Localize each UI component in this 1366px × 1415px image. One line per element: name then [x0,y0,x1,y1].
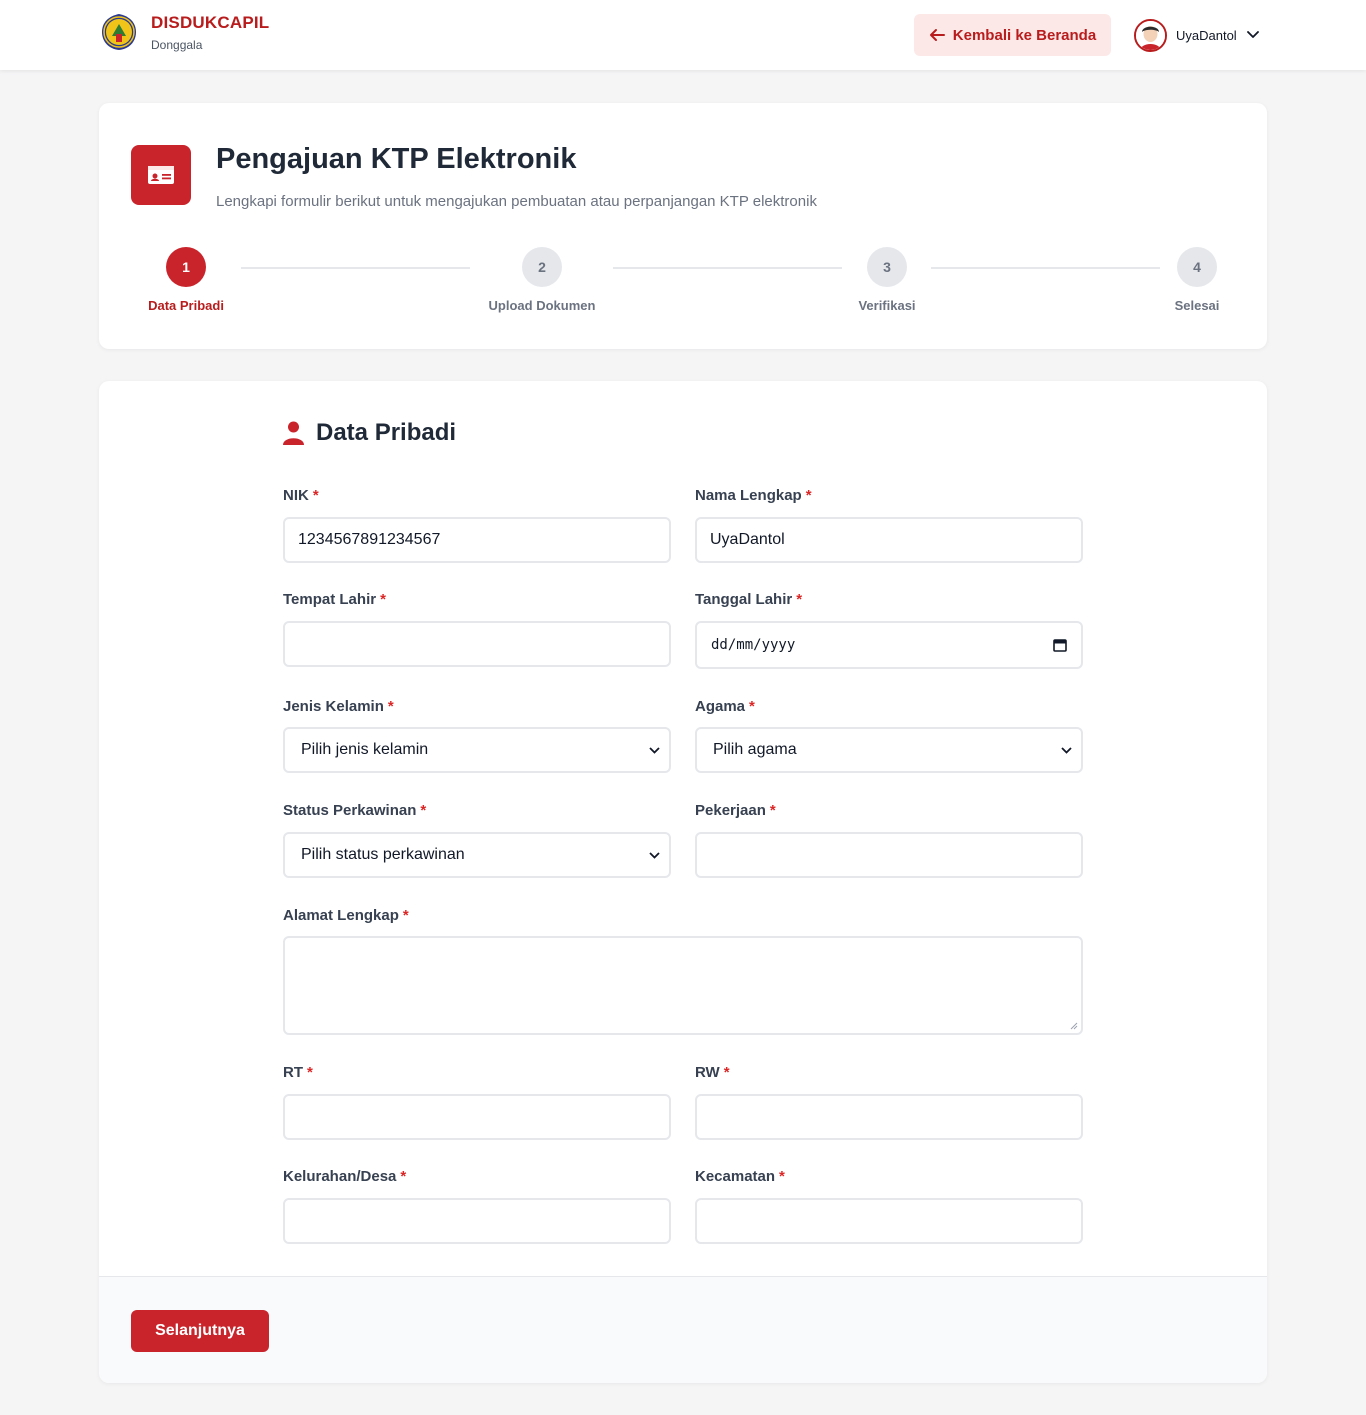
chevron-down-icon [1246,31,1259,38]
step-3-label: Verifikasi [858,298,916,313]
date-placeholder: dd/mm/yyyy [711,637,796,653]
gender-selected: Pilih jenis kelamin [301,741,429,758]
page-header-card: Pengajuan KTP Elektronik Lengkapi formul… [99,103,1267,349]
page-title: Pengajuan KTP Elektronik [216,143,577,175]
district-input[interactable] [695,1198,1083,1244]
back-button-label: Kembali ke Beranda [952,26,1097,44]
gender-select[interactable]: Pilih jenis kelamin [283,727,671,773]
marital-status-label: Status Perkawinan * [283,802,427,819]
address-textarea[interactable] [283,936,1083,1035]
user-icon [283,421,304,445]
address-label: Alamat Lengkap * [283,907,409,924]
avatar [1134,18,1167,52]
top-navbar: DISDUKCAPIL Donggala Kembali ke Beranda … [0,0,1366,70]
occupation-input[interactable] [695,832,1083,878]
step-1-circle: 1 [166,247,206,287]
resize-handle-icon[interactable] [1070,1022,1078,1030]
religion-select[interactable]: Pilih agama [695,727,1083,773]
village-input[interactable] [283,1198,671,1244]
marital-status-select[interactable]: Pilih status perkawinan [283,832,671,878]
step-connector [241,267,470,269]
section-title: Data Pribadi [283,419,456,447]
religion-selected: Pilih agama [713,741,797,758]
page-description: Lengkapi formulir berikut untuk mengajuk… [216,193,817,210]
brand-subtitle: Donggala [151,38,203,52]
disdukcapil-logo[interactable] [99,12,139,52]
full-name-input[interactable]: UyaDantol [695,517,1083,563]
birthplace-input[interactable] [283,621,671,667]
rw-label: RW * [695,1064,730,1081]
step-3-circle: 3 [867,247,907,287]
rt-input[interactable] [283,1094,671,1140]
user-name: UyaDantol [1176,27,1237,43]
birthdate-label: Tanggal Lahir * [695,591,803,608]
religion-label: Agama * [695,698,755,715]
step-2-circle: 2 [522,247,562,287]
step-connector [613,267,842,269]
chevron-down-icon [649,746,660,754]
chevron-down-icon [649,851,660,859]
step-2-label: Upload Dokumen [488,298,596,313]
brand-title: DISDUKCAPIL [151,13,270,32]
calendar-icon[interactable] [1053,638,1067,652]
section-title-text: Data Pribadi [316,419,457,446]
user-menu[interactable]: UyaDantol [1134,18,1259,52]
rw-input[interactable] [695,1094,1083,1140]
step-1-label: Data Pribadi [148,298,224,313]
chevron-down-icon [1061,746,1072,754]
id-card-icon [131,145,191,205]
nik-input[interactable]: 1234567891234567 [283,517,671,563]
occupation-label: Pekerjaan * [695,802,776,819]
birthplace-label: Tempat Lahir * [283,591,386,608]
step-connector [931,267,1160,269]
next-button[interactable]: Selanjutnya [131,1310,269,1352]
district-label: Kecamatan * [695,1168,785,1185]
rt-label: RT * [283,1064,313,1081]
marital-status-selected: Pilih status perkawinan [301,846,465,863]
step-4-circle: 4 [1177,247,1217,287]
village-label: Kelurahan/Desa * [283,1168,407,1185]
personal-data-form: Data Pribadi NIK * 1234567891234567 Nama … [99,381,1267,1383]
arrow-left-icon [929,29,945,41]
nik-label: NIK * [283,487,319,504]
form-footer: Selanjutnya [99,1276,1267,1383]
gender-label: Jenis Kelamin * [283,698,394,715]
full-name-label: Nama Lengkap * [695,487,812,504]
birthdate-input[interactable]: dd/mm/yyyy [695,621,1083,669]
back-to-home-button[interactable]: Kembali ke Beranda [914,14,1111,56]
step-4-label: Selesai [1174,298,1220,313]
